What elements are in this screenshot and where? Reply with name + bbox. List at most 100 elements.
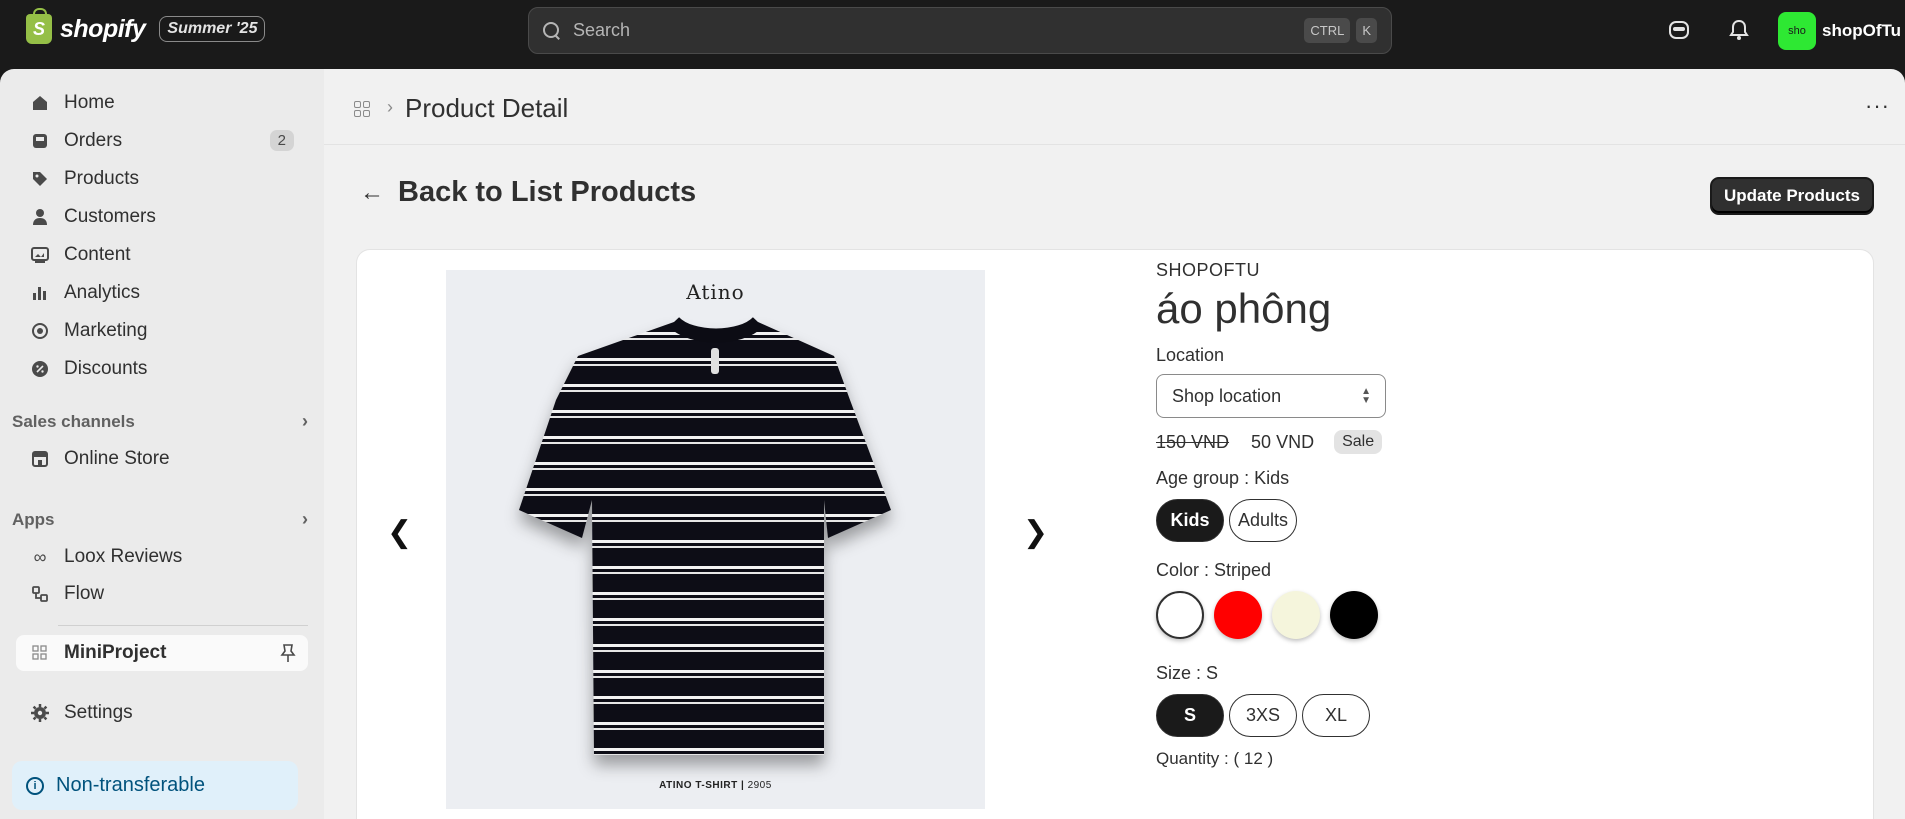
color-options <box>1156 591 1756 639</box>
quantity-label: Quantity : ( 12 ) <box>1156 749 1274 768</box>
sidebar-item-products[interactable]: Products <box>16 161 308 197</box>
color-label: Color : Striped <box>1156 560 1272 580</box>
sidebar-item-label: Analytics <box>64 282 141 303</box>
sidebar-item-label: Orders <box>64 130 123 151</box>
sidebar-item-label: Marketing <box>64 320 148 341</box>
sidebar-item-customers[interactable]: Customers <box>16 199 308 235</box>
sidebar-item-label: Settings <box>64 702 133 723</box>
bar-chart-icon <box>30 283 50 303</box>
sidebar-item-label: Discounts <box>64 358 148 379</box>
info-icon: i <box>26 776 44 795</box>
sidekick-icon[interactable] <box>1666 18 1692 44</box>
inbox-icon <box>30 131 50 151</box>
sidebar-item-home[interactable]: Home <box>16 85 308 121</box>
sidebar-item-loox-reviews[interactable]: ∞ Loox Reviews <box>16 539 308 575</box>
sidebar-item-miniproject[interactable]: MiniProject <box>16 635 308 671</box>
store-name: shopOfTu <box>1822 21 1901 40</box>
back-to-list-link[interactable]: ← Back to List Products <box>360 176 696 209</box>
price-row: 150 VND 50 VND Sale <box>1156 430 1756 454</box>
search-icon <box>543 21 561 40</box>
product-vendor: SHOPOFTU <box>1156 260 1261 280</box>
size-option-xl[interactable]: XL <box>1302 694 1370 737</box>
age-option-kids[interactable]: Kids <box>1156 499 1224 542</box>
product-info: SHOPOFTU áo phông Location Shop location… <box>1156 260 1756 769</box>
color-swatch-red[interactable] <box>1214 591 1262 639</box>
sidebar-item-marketing[interactable]: Marketing <box>16 313 308 349</box>
color-swatch-beige[interactable] <box>1272 591 1320 639</box>
chevron-left-icon[interactable]: ❮ <box>387 515 412 550</box>
age-group-label: Age group : Kids <box>1156 468 1290 488</box>
discount-icon <box>30 359 50 379</box>
sidebar-item-label: Flow <box>64 583 105 604</box>
sidebar-item-orders[interactable]: Orders 2 <box>16 123 308 159</box>
breadcrumb-separator: › <box>387 97 393 117</box>
tshirt-illustration <box>519 316 891 755</box>
page-header: › Product Detail ··· <box>324 69 1905 145</box>
sidebar-item-label: Online Store <box>64 448 170 469</box>
notice-text: Non-transferable <box>56 774 205 796</box>
sidebar-item-online-store[interactable]: Online Store <box>16 441 308 477</box>
section-label: Apps <box>12 509 55 529</box>
update-products-button[interactable]: Update Products <box>1710 177 1874 215</box>
sidebar-item-discounts[interactable]: Discounts <box>16 351 308 387</box>
age-group-options: Kids Adults <box>1156 499 1756 542</box>
edition-badge[interactable]: Summer '25 <box>159 16 266 42</box>
search-input[interactable]: Search <box>573 20 1298 41</box>
bell-icon[interactable] <box>1726 18 1752 44</box>
sidebar-item-label: Home <box>64 92 115 113</box>
brand-wordmark: shopify <box>60 14 146 43</box>
apps-header[interactable]: Apps › <box>12 509 308 530</box>
sidebar-item-label: MiniProject <box>64 642 167 663</box>
sidebar-item-label: Customers <box>64 206 156 227</box>
avatar: sho <box>1778 12 1816 50</box>
sidebar-item-flow[interactable]: Flow <box>16 576 308 612</box>
sidebar-divider <box>58 625 308 626</box>
pin-icon[interactable] <box>280 643 296 668</box>
image-icon <box>30 245 50 265</box>
location-value: Shop location <box>1172 385 1282 406</box>
top-bar: S shopify Summer '25 Search CTRL K sho s… <box>0 0 1905 69</box>
caption-text: ATINO T-SHIRT | <box>659 780 745 791</box>
app-grid-icon[interactable] <box>354 101 370 117</box>
back-title: Back to List Products <box>398 176 697 208</box>
product-image: Atino ATINO T-SHIRT | 2905 <box>446 270 985 809</box>
size-label: Size : S <box>1156 663 1219 683</box>
size-options: S 3XS XL <box>1156 694 1756 737</box>
sales-channels-header[interactable]: Sales channels › <box>12 411 308 432</box>
color-swatch-white[interactable] <box>1156 591 1204 639</box>
arrow-left-icon: ← <box>360 178 384 206</box>
store-icon <box>30 449 50 469</box>
shopify-bag-icon: S <box>26 8 52 44</box>
shortcut-key-ctrl: CTRL <box>1304 18 1351 43</box>
compare-at-price: 150 VND <box>1156 431 1230 452</box>
sidebar-item-content[interactable]: Content <box>16 237 308 273</box>
shopify-logo[interactable]: S shopify Summer '25 <box>26 8 266 44</box>
store-menu-button[interactable]: sho shopOfTu <box>1778 12 1901 50</box>
sidebar-item-settings[interactable]: Settings <box>16 695 308 731</box>
product-name: áo phông <box>1156 285 1332 332</box>
more-options-icon[interactable]: ··· <box>1865 93 1890 119</box>
caption-number: 2905 <box>747 780 772 791</box>
chevron-right-icon: › <box>302 509 308 529</box>
sidebar-item-analytics[interactable]: Analytics <box>16 275 308 311</box>
product-card: ❮ Atino ATINO T-SHIRT | 2905 ❯ SHOPOFTU … <box>356 249 1874 819</box>
sale-price: 50 VND <box>1251 431 1315 452</box>
chevron-right-icon[interactable]: ❯ <box>1023 515 1048 550</box>
orders-count-badge: 2 <box>269 130 294 151</box>
color-swatch-black[interactable] <box>1330 591 1378 639</box>
chevron-right-icon: › <box>302 411 308 431</box>
age-option-adults[interactable]: Adults <box>1229 499 1297 542</box>
sidebar-item-label: Products <box>64 168 139 189</box>
search-bar[interactable]: Search CTRL K <box>528 7 1392 54</box>
gear-icon <box>30 703 50 723</box>
size-option-3xs[interactable]: 3XS <box>1229 694 1297 737</box>
non-transferable-notice[interactable]: i Non-transferable <box>12 761 298 810</box>
image-caption: ATINO T-SHIRT | 2905 <box>446 780 985 791</box>
location-select[interactable]: Shop location ▲ ▼ <box>1156 374 1386 418</box>
shortcut-key-k: K <box>1356 18 1377 43</box>
sidebar-item-label: Content <box>64 244 131 265</box>
main-content: › Product Detail ··· ← Back to List Prod… <box>324 69 1905 819</box>
sale-badge: Sale <box>1334 430 1383 454</box>
size-option-s[interactable]: S <box>1156 694 1224 737</box>
home-icon <box>30 93 50 113</box>
